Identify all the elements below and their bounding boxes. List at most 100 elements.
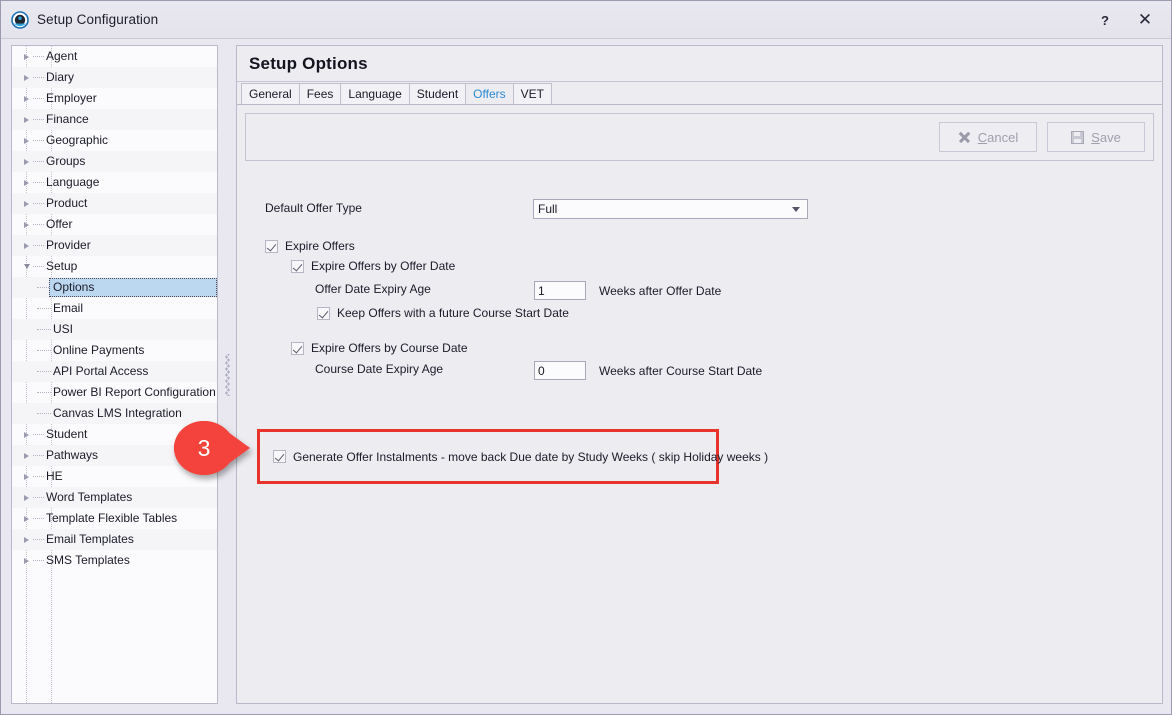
- tree-connector: [37, 392, 51, 393]
- default-offer-type-select[interactable]: Full: [533, 199, 808, 219]
- offers-settings-form: Default Offer Type Full Expire Offers: [237, 161, 1162, 703]
- sidebar-item-offer[interactable]: Offer: [12, 214, 217, 235]
- tab-vet[interactable]: VET: [513, 83, 552, 104]
- tree-connector: [33, 539, 44, 540]
- sidebar-item-groups[interactable]: Groups: [12, 151, 217, 172]
- keep-offers-checkbox[interactable]: [317, 307, 330, 320]
- sidebar-item-agent[interactable]: Agent: [12, 46, 217, 67]
- x-icon: [958, 131, 971, 144]
- tree-connector: [33, 497, 44, 498]
- sidebar-item-label: Online Payments: [52, 340, 217, 361]
- sidebar-item-template-flexible-tables[interactable]: Template Flexible Tables: [12, 508, 217, 529]
- sidebar-item-label: Pathways: [45, 445, 98, 466]
- chevron-right-icon[interactable]: [20, 558, 33, 564]
- sidebar-item-api-portal-access[interactable]: API Portal Access: [12, 361, 217, 382]
- tree-connector: [33, 245, 44, 246]
- app-logo-icon: [11, 11, 29, 29]
- chevron-right-icon[interactable]: [20, 54, 33, 60]
- expire-offers-checkbox[interactable]: [265, 240, 278, 253]
- cancel-button-label: Cancel: [978, 130, 1018, 145]
- expire-by-offer-date-row[interactable]: Expire Offers by Offer Date: [291, 259, 455, 273]
- chevron-right-icon[interactable]: [20, 222, 33, 228]
- expire-by-course-date-row[interactable]: Expire Offers by Course Date: [291, 341, 468, 355]
- course-date-expiry-age-label: Course Date Expiry Age: [315, 362, 443, 376]
- sidebar-item-power-bi-report-configuration[interactable]: Power BI Report Configuration: [12, 382, 217, 403]
- chevron-right-icon[interactable]: [20, 117, 33, 123]
- tab-general[interactable]: General: [241, 83, 300, 104]
- course-date-expiry-age-input[interactable]: [534, 361, 586, 380]
- chevron-right-icon[interactable]: [20, 495, 33, 501]
- close-button[interactable]: ✕: [1125, 5, 1165, 35]
- help-button[interactable]: ?: [1085, 5, 1125, 35]
- tree-connector: [33, 98, 44, 99]
- sidebar-item-label: Employer: [45, 88, 97, 109]
- expire-by-course-date-checkbox[interactable]: [291, 342, 304, 355]
- sidebar-item-employer[interactable]: Employer: [12, 88, 217, 109]
- title-bar: Setup Configuration ? ✕: [1, 1, 1171, 39]
- sidebar-item-geographic[interactable]: Geographic: [12, 130, 217, 151]
- expire-by-offer-date-checkbox[interactable]: [291, 260, 304, 273]
- sidebar-item-finance[interactable]: Finance: [12, 109, 217, 130]
- chevron-down-icon[interactable]: [20, 264, 33, 269]
- tree-connector: [37, 308, 51, 309]
- sidebar-item-label: Email Templates: [45, 529, 134, 550]
- sidebar-item-email-templates[interactable]: Email Templates: [12, 529, 217, 550]
- chevron-right-icon[interactable]: [20, 537, 33, 543]
- sidebar-item-label: Geographic: [45, 130, 108, 151]
- sidebar-item-options[interactable]: Options: [12, 277, 217, 298]
- generate-instalments-highlight: Generate Offer Instalments - move back D…: [257, 429, 719, 484]
- chevron-right-icon[interactable]: [20, 432, 33, 438]
- sidebar-item-online-payments[interactable]: Online Payments: [12, 340, 217, 361]
- chevron-right-icon[interactable]: [20, 75, 33, 81]
- tree-connector: [33, 56, 44, 57]
- chevron-right-icon[interactable]: [20, 180, 33, 186]
- tab-fees[interactable]: Fees: [299, 83, 342, 104]
- sidebar-item-sms-templates[interactable]: SMS Templates: [12, 550, 217, 571]
- tree-connector: [37, 371, 51, 372]
- chevron-right-icon[interactable]: [20, 159, 33, 165]
- sidebar-item-word-templates[interactable]: Word Templates: [12, 487, 217, 508]
- tree-connector: [33, 434, 44, 435]
- sidebar-item-provider[interactable]: Provider: [12, 235, 217, 256]
- sidebar-item-label: Diary: [45, 67, 74, 88]
- sidebar-item-product[interactable]: Product: [12, 193, 217, 214]
- generate-instalments-checkbox[interactable]: [273, 450, 286, 463]
- sidebar-item-label: Power BI Report Configuration: [52, 382, 217, 403]
- tab-language[interactable]: Language: [340, 83, 409, 104]
- offer-date-expiry-age-input[interactable]: [534, 281, 586, 300]
- sidebar-item-label: Groups: [45, 151, 85, 172]
- tree-connector: [37, 413, 51, 414]
- configuration-tree-sidebar[interactable]: AgentDiaryEmployerFinanceGeographicGroup…: [11, 45, 218, 704]
- chevron-right-icon[interactable]: [20, 201, 33, 207]
- tab-student[interactable]: Student: [409, 83, 466, 104]
- sidebar-item-setup[interactable]: Setup: [12, 256, 217, 277]
- chevron-right-icon[interactable]: [20, 96, 33, 102]
- tree-connector: [33, 161, 44, 162]
- tree-connector: [33, 119, 44, 120]
- offer-date-expiry-age-label: Offer Date Expiry Age: [315, 282, 431, 296]
- sidebar-item-label: Setup: [45, 256, 77, 277]
- chevron-right-icon[interactable]: [20, 516, 33, 522]
- tab-offers[interactable]: Offers: [465, 83, 513, 104]
- save-button[interactable]: Save: [1047, 122, 1145, 152]
- cancel-button[interactable]: Cancel: [939, 122, 1037, 152]
- sidebar-item-language[interactable]: Language: [12, 172, 217, 193]
- offer-date-expiry-age-field-wrap: Weeks after Offer Date: [534, 281, 721, 300]
- keep-offers-row[interactable]: Keep Offers with a future Course Start D…: [317, 306, 569, 320]
- sidebar-item-diary[interactable]: Diary: [12, 67, 217, 88]
- tree-connector: [37, 329, 51, 330]
- chevron-right-icon[interactable]: [20, 453, 33, 459]
- sidebar-item-email[interactable]: Email: [12, 298, 217, 319]
- default-offer-type-label: Default Offer Type: [265, 201, 362, 215]
- keep-offers-label: Keep Offers with a future Course Start D…: [337, 306, 569, 320]
- floppy-disk-icon: [1071, 131, 1084, 144]
- sidebar-item-label: API Portal Access: [52, 361, 217, 382]
- panel-splitter[interactable]: [218, 45, 236, 704]
- setup-configuration-window: Setup Configuration ? ✕ AgentDiaryEmploy…: [0, 0, 1172, 715]
- step-callout-badge: 3: [173, 420, 251, 476]
- chevron-right-icon[interactable]: [20, 474, 33, 480]
- chevron-right-icon[interactable]: [20, 243, 33, 249]
- expire-offers-row[interactable]: Expire Offers: [265, 239, 355, 253]
- sidebar-item-usi[interactable]: USI: [12, 319, 217, 340]
- chevron-right-icon[interactable]: [20, 138, 33, 144]
